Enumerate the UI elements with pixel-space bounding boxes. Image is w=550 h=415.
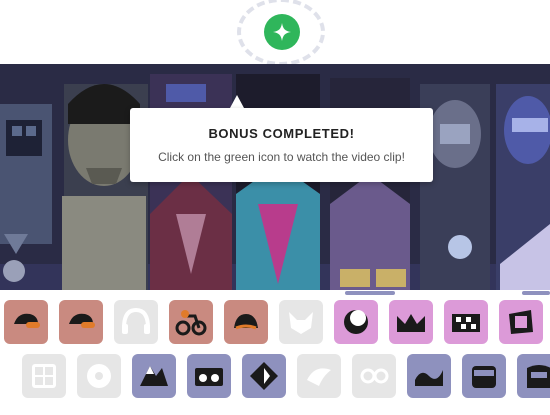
character-cloak: [150, 74, 232, 290]
sound-tile-radio[interactable]: [187, 354, 231, 398]
window-icon: [32, 364, 56, 388]
active-indicator: [345, 291, 395, 295]
sound-tile-headphones[interactable]: [114, 300, 158, 344]
sound-tile-circles[interactable]: [352, 354, 396, 398]
sound-tile-mask[interactable]: [462, 354, 506, 398]
moon-icon: [344, 310, 368, 334]
sound-tile-bird[interactable]: [297, 354, 341, 398]
sparkle-icon: [273, 23, 291, 41]
crown-icon: [397, 314, 425, 332]
headphones-icon: [122, 307, 150, 334]
sound-tile-diamond[interactable]: [242, 354, 286, 398]
hat-icon: [234, 314, 258, 330]
tooltip-title: BONUS COMPLETED!: [208, 126, 355, 141]
character-jacket: [236, 74, 320, 290]
bird-icon: [307, 368, 331, 386]
bike-icon: [175, 310, 207, 336]
bonus-bar: [0, 0, 550, 66]
box-icon: [509, 310, 533, 334]
sound-tile-checker[interactable]: [444, 300, 488, 344]
sound-tile-cap[interactable]: [59, 300, 103, 344]
wave-icon: [415, 370, 443, 386]
active-indicator: [522, 291, 550, 295]
sound-tile-fox[interactable]: [279, 300, 323, 344]
cap-icon: [14, 313, 40, 328]
sound-tile-moon[interactable]: [334, 300, 378, 344]
character-visor: [496, 84, 550, 290]
cap-icon: [69, 313, 95, 328]
fox-icon: [289, 312, 313, 334]
sound-tile-visor[interactable]: [517, 354, 550, 398]
visor-icon: [527, 365, 550, 388]
sound-tile-crown[interactable]: [389, 300, 433, 344]
sound-tile-mountain[interactable]: [132, 354, 176, 398]
bonus-tooltip: BONUS COMPLETED! Click on the green icon…: [130, 108, 433, 182]
diamond-icon: [250, 362, 278, 390]
sound-tile-wave[interactable]: [407, 354, 451, 398]
sound-tile-pokeball[interactable]: [77, 354, 121, 398]
bonus-video-button[interactable]: [264, 14, 300, 50]
mountain-icon: [140, 366, 168, 386]
sound-tile-box[interactable]: [499, 300, 543, 344]
sound-tile-window[interactable]: [22, 354, 66, 398]
sound-tile-cap[interactable]: [4, 300, 48, 344]
tooltip-arrow: [230, 95, 244, 108]
tooltip-message: Click on the green icon to watch the vid…: [158, 150, 405, 164]
radio-icon: [195, 368, 223, 386]
sound-tile-bike[interactable]: [169, 300, 213, 344]
checker-icon: [452, 314, 480, 332]
circles-icon: [360, 368, 389, 384]
mask-icon: [472, 366, 496, 388]
pokeball-icon: [87, 364, 111, 388]
sound-tile-hat[interactable]: [224, 300, 268, 344]
